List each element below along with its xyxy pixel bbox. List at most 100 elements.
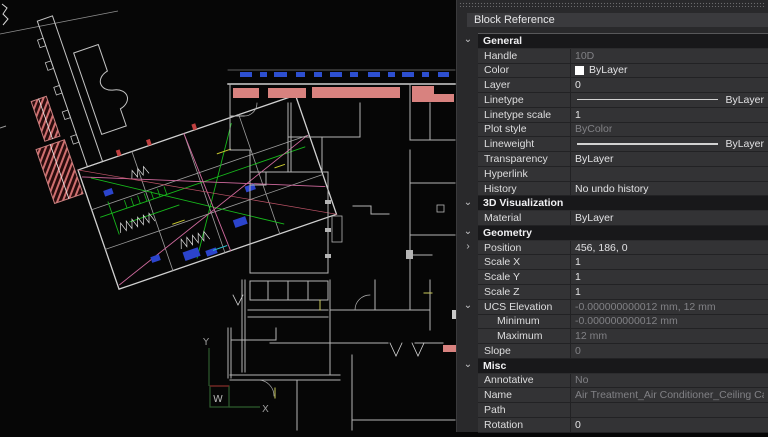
property-value[interactable]: 456, 186, 0	[571, 241, 768, 255]
color-swatch	[575, 65, 584, 75]
property-label: Linetype scale	[478, 107, 571, 122]
property-value-text: ByLayer	[725, 138, 764, 151]
property-row-scale-x[interactable]: Scale X 1	[478, 255, 768, 271]
property-value[interactable]: 1	[571, 255, 768, 269]
section-header-3d-visualization[interactable]: 3D Visualization	[478, 196, 768, 212]
property-row-transparency[interactable]: Transparency ByLayer	[478, 152, 768, 167]
chevron-down-icon[interactable]: ⌄	[462, 33, 474, 47]
property-value[interactable]: ByLayer	[571, 137, 768, 151]
property-row-material[interactable]: Material ByLayer	[478, 211, 768, 226]
property-value[interactable]: 0	[571, 344, 768, 358]
property-value-text: -0.000000000012 mm, 12 mm	[575, 300, 716, 313]
property-value-text: No	[575, 374, 589, 387]
property-label: Layer	[478, 78, 571, 93]
property-row-position[interactable]: Position 456, 186, 0	[478, 240, 768, 256]
property-label: Scale Z	[478, 285, 571, 299]
property-value-text: ByLayer	[575, 212, 614, 225]
chevron-down-icon[interactable]: ⌄	[462, 358, 474, 372]
property-value[interactable]: 10D	[571, 49, 768, 63]
property-row-lineweight[interactable]: Lineweight ByLayer	[478, 137, 768, 153]
property-label: History	[478, 181, 571, 196]
linetype-preview	[577, 99, 719, 101]
drawing-canvas[interactable]: Y W X	[0, 0, 457, 432]
property-row-scale-z[interactable]: Scale Z 1	[478, 285, 768, 300]
property-value-text: ByLayer	[725, 93, 764, 106]
property-row-plot-style[interactable]: Plot style ByColor	[478, 122, 768, 138]
property-value[interactable]: ByColor	[571, 123, 768, 137]
floorplan-drawing: Y W X	[0, 0, 457, 432]
property-label: Annotative	[478, 373, 571, 388]
property-row-minimum[interactable]: Minimum -0.000000000012 mm	[478, 314, 768, 330]
property-value[interactable]: 1	[571, 285, 768, 299]
property-value-text: ByColor	[575, 123, 613, 136]
chevron-right-icon[interactable]: ›	[462, 240, 474, 254]
property-value[interactable]: -0.000000000012 mm, 12 mm	[571, 300, 768, 314]
property-value[interactable]: Air Treatment_Air Conditioner_Ceiling Ca…	[571, 388, 768, 402]
property-label: Hyperlink	[478, 166, 571, 181]
property-row-handle[interactable]: Handle 10D	[478, 48, 768, 64]
property-row-hyperlink[interactable]: Hyperlink	[478, 166, 768, 182]
property-value[interactable]: 12 mm	[571, 329, 768, 343]
property-label: Rotation	[478, 417, 571, 432]
property-row-scale-y[interactable]: Scale Y 1	[478, 270, 768, 286]
property-label: Minimum	[478, 314, 571, 329]
property-value[interactable]: 0	[571, 418, 768, 432]
ucs-w-label: W	[213, 394, 223, 405]
property-value[interactable]: No undo history	[571, 182, 768, 196]
panel-title[interactable]: Block Reference	[467, 13, 768, 27]
property-label: Color	[478, 63, 571, 78]
property-value[interactable]: 1	[571, 108, 768, 122]
panel-grip[interactable]	[459, 2, 766, 7]
property-row-rotation[interactable]: Rotation 0	[478, 417, 768, 433]
property-value-text: 1	[575, 108, 581, 121]
chevron-down-icon[interactable]: ⌄	[462, 299, 474, 313]
property-row-linetype-scale[interactable]: Linetype scale 1	[478, 107, 768, 123]
property-label: Plot style	[478, 122, 571, 137]
chevron-down-icon[interactable]: ⌄	[462, 225, 474, 239]
property-value[interactable]: 0	[571, 78, 768, 92]
section-header-label: General	[483, 34, 523, 47]
property-label: Material	[478, 211, 571, 225]
property-row-linetype[interactable]: Linetype ByLayer	[478, 93, 768, 108]
property-row-path[interactable]: Path	[478, 403, 768, 418]
app-window: { "panel": { "title": "Block Reference",…	[0, 0, 768, 433]
property-value[interactable]	[571, 403, 768, 417]
property-label: Transparency	[478, 152, 571, 166]
property-value[interactable]: ByLayer	[571, 93, 768, 107]
property-label: UCS Elevation	[478, 299, 571, 314]
ucs-y-label: Y	[202, 337, 210, 348]
property-row-annotative[interactable]: Annotative No	[478, 373, 768, 389]
property-row-maximum[interactable]: Maximum 12 mm	[478, 329, 768, 345]
property-value[interactable]: ByLayer	[571, 152, 768, 166]
property-label: Maximum	[478, 329, 571, 344]
property-value[interactable]: No	[571, 374, 768, 388]
property-value[interactable]: ByLayer	[571, 64, 768, 78]
linetype-preview	[577, 143, 719, 146]
properties-grid: General Handle 10D Color ByLayer Layer 0 Linety…	[478, 33, 768, 433]
property-row-color[interactable]: Color ByLayer	[478, 63, 768, 79]
property-value[interactable]: -0.000000000012 mm	[571, 315, 768, 329]
property-label: Path	[478, 403, 571, 417]
property-value[interactable]: 1	[571, 270, 768, 284]
property-row-layer[interactable]: Layer 0	[478, 78, 768, 94]
property-label: Linetype	[478, 93, 571, 107]
property-row-ucs-elevation[interactable]: UCS Elevation -0.000000000012 mm, 12 mm	[478, 299, 768, 315]
property-row-name[interactable]: Name Air Treatment_Air Conditioner_Ceilin…	[478, 388, 768, 404]
property-row-slope[interactable]: Slope 0	[478, 344, 768, 359]
property-label: Position	[478, 240, 571, 255]
property-value-text: 12 mm	[575, 330, 608, 343]
chevron-down-icon[interactable]: ⌄	[462, 196, 474, 210]
property-row-history[interactable]: History No undo history	[478, 181, 768, 197]
section-header-misc[interactable]: Misc	[478, 358, 768, 374]
ucs-x-label: X	[262, 404, 269, 415]
property-value[interactable]	[571, 167, 768, 181]
panel-gutter: ⌄ ⌄ ⌄ › ⌄ ⌄	[457, 0, 478, 432]
property-value-text: Air Treatment_Air Conditioner_Ceiling Ca…	[575, 389, 764, 402]
property-label: Lineweight	[478, 137, 571, 152]
property-value-text: ByLayer	[589, 64, 628, 77]
property-value-text: No undo history	[575, 182, 649, 195]
section-header-geometry[interactable]: Geometry	[478, 225, 768, 241]
property-value[interactable]: ByLayer	[571, 211, 768, 225]
property-value-text: 0	[575, 418, 581, 431]
section-header-general[interactable]: General	[478, 34, 768, 49]
